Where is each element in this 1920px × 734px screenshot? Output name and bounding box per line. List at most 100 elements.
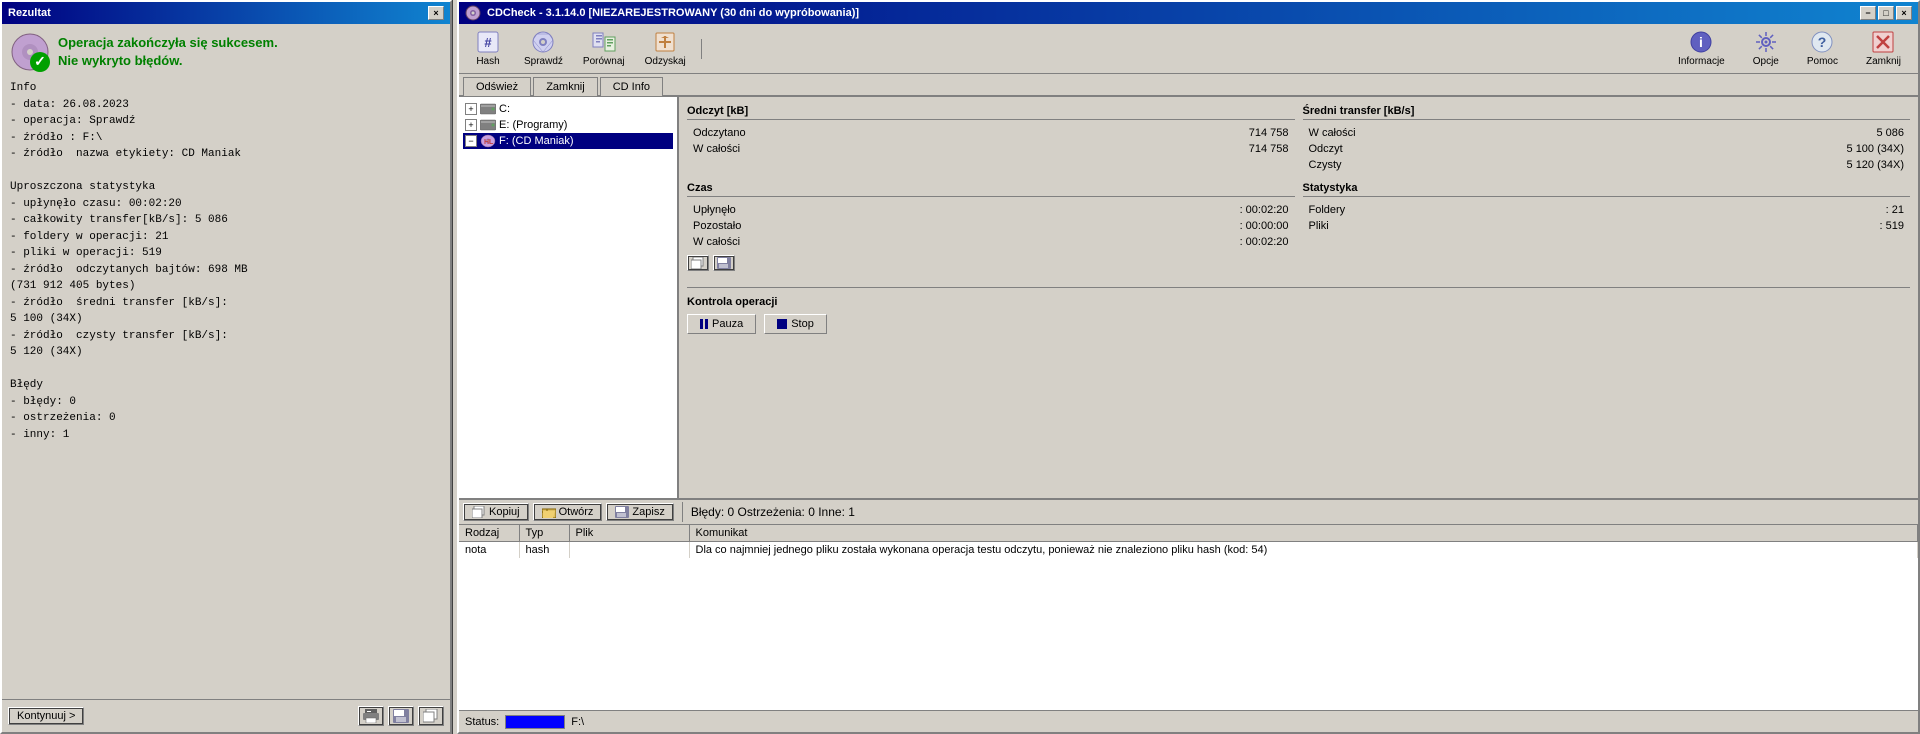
zamknij-label: Zamknij — [1866, 56, 1901, 67]
pomoc-button[interactable]: ? Pomoc — [1794, 26, 1851, 71]
cell-komunikat: Dla co najmniej jednego pliku została wy… — [689, 542, 1918, 559]
pozostalo-label: Pozostało — [689, 219, 988, 233]
cell-rodzaj: nota — [459, 542, 519, 559]
pliki-label: Pliki — [1305, 219, 1653, 233]
odczytano-value: 714 758 — [1027, 126, 1292, 140]
pomoc-icon: ? — [1810, 30, 1834, 54]
zamknij-button[interactable]: Zamknij — [1853, 26, 1914, 71]
tree-expand-f[interactable]: − — [465, 135, 477, 147]
otworz-button[interactable]: Otwórz — [533, 503, 603, 521]
foldery-row: Foldery : 21 — [1305, 203, 1909, 217]
odzyskaj-label: Odzyskaj — [645, 56, 686, 67]
bottom-toolbar: Kopiuj Otwórz Zapisz — [459, 500, 1918, 525]
pause-bar-1 — [700, 319, 703, 329]
success-text-block: Operacja zakończyła się sukcesem. Nie wy… — [58, 34, 278, 70]
informacje-button[interactable]: i Informacje — [1665, 26, 1738, 71]
transfer-w-calosci-value: 5 086 — [1581, 126, 1908, 140]
status-progress-bar — [505, 715, 565, 729]
uplyneło-row: Upłynęło : 00:02:20 — [689, 203, 1293, 217]
svg-text:?: ? — [1818, 34, 1827, 50]
log-table-area: Rodzaj Typ Plik Komunikat nota hash Dla … — [459, 525, 1918, 710]
bottom-area: Kopiuj Otwórz Zapisz — [459, 498, 1918, 732]
pliki-value: : 519 — [1655, 219, 1908, 233]
transfer-w-calosci-label: W całości — [1305, 126, 1580, 140]
tree-item-c[interactable]: + C: — [463, 101, 673, 117]
col-komunikat: Komunikat — [689, 525, 1918, 542]
print-icon — [363, 709, 379, 723]
save-icon — [393, 709, 409, 723]
continue-button[interactable]: Kontynuuj > — [8, 707, 84, 725]
log-table-header: Rodzaj Typ Plik Komunikat — [459, 525, 1918, 542]
sprawdz-label: Sprawdź — [524, 56, 563, 67]
odzyskaj-button[interactable]: Odzyskaj — [636, 26, 695, 71]
pozostalo-value: : 00:00:00 — [990, 219, 1292, 233]
cdcheck-close-btn[interactable]: × — [1896, 6, 1912, 20]
porownaj-label: Porównaj — [583, 56, 625, 67]
rezultat-footer: Kontynuuj > — [2, 699, 450, 732]
cd-icon-f: HL — [480, 134, 496, 148]
tab-zamknij[interactable]: Zamknij — [533, 77, 598, 96]
statystyka-title: Statystyka — [1303, 182, 1911, 197]
tree-item-f[interactable]: − HL F: (CD Maniak) — [463, 133, 673, 149]
hdd-icon-e — [480, 118, 496, 132]
info-grid: Odczyt [kB] Odczytano 714 758 W całości … — [687, 105, 1910, 271]
opcje-icon — [1754, 30, 1778, 54]
tree-expand-e[interactable]: + — [465, 119, 477, 131]
hash-button[interactable]: # Hash — [463, 26, 513, 71]
czas-w-calosci-row: W całości : 00:02:20 — [689, 235, 1293, 249]
stop-icon — [777, 319, 787, 329]
tree-label-f: F: (CD Maniak) — [499, 135, 574, 147]
opcje-button[interactable]: Opcje — [1740, 26, 1792, 71]
pliki-row: Pliki : 519 — [1305, 219, 1909, 233]
rezultat-title-text: Rezultat — [8, 7, 51, 19]
tree-item-e[interactable]: + E: (Programy) — [463, 117, 673, 133]
w-calosci-odczyt-label: W całości — [689, 142, 1025, 156]
pauza-icon — [700, 319, 708, 329]
odczytano-row: Odczytano 714 758 — [689, 126, 1293, 140]
title-left: CDCheck - 3.1.14.0 [NIEZAREJESTROWANY (3… — [465, 5, 859, 21]
toolbar-separator — [701, 39, 702, 59]
zamknij-icon — [1871, 30, 1895, 54]
transfer-odczyt-value: 5 100 (34X) — [1581, 142, 1908, 156]
status-path: F:\ — [571, 716, 584, 728]
statystyka-section: Statystyka Foldery : 21 Pliki : 519 — [1303, 182, 1911, 271]
cdcheck-min-btn[interactable]: − — [1860, 6, 1876, 20]
tab-cd-info[interactable]: CD Info — [600, 77, 663, 96]
errors-summary: Błędy: 0 Ostrzeżenia: 0 Inne: 1 — [691, 505, 855, 519]
cell-plik — [569, 542, 689, 559]
main-content-area: + C: + E: (Programy) — [459, 97, 1918, 498]
svg-text:✓: ✓ — [34, 53, 46, 69]
statystyka-table: Foldery : 21 Pliki : 519 — [1303, 201, 1911, 235]
zapisz-bottom-button[interactable]: Zapisz — [606, 503, 673, 521]
info-panel: Odczyt [kB] Odczytano 714 758 W całości … — [679, 97, 1918, 498]
transfer-section: Średni transfer [kB/s] W całości 5 086 O… — [1303, 105, 1911, 174]
kopiuj-button[interactable]: Kopiuj — [463, 503, 529, 521]
porownaj-button[interactable]: Porównaj — [574, 26, 634, 71]
save-footer-button[interactable] — [388, 706, 414, 726]
log-header-row: Rodzaj Typ Plik Komunikat — [459, 525, 1918, 542]
uplyneło-value: : 00:02:20 — [990, 203, 1292, 217]
cdcheck-window: CDCheck - 3.1.14.0 [NIEZAREJESTROWANY (3… — [457, 0, 1920, 734]
czas-save-btn[interactable] — [713, 255, 735, 271]
svg-text:i: i — [1699, 34, 1703, 50]
pauza-button[interactable]: Pauza — [687, 314, 756, 334]
svg-text:HL: HL — [484, 139, 494, 146]
sprawdz-button[interactable]: Sprawdź — [515, 26, 572, 71]
file-tree: + C: + E: (Programy) — [459, 97, 679, 498]
tab-odswiez[interactable]: Odśwież — [463, 77, 531, 96]
title-bar-buttons: − □ × — [1860, 6, 1912, 20]
opcje-label: Opcje — [1753, 56, 1779, 67]
hash-label: Hash — [476, 56, 499, 67]
odzyskaj-icon — [653, 30, 677, 54]
tree-expand-c[interactable]: + — [465, 103, 477, 115]
stop-button[interactable]: Stop — [764, 314, 827, 334]
czas-copy-btn[interactable] — [687, 255, 709, 271]
rezultat-close-btn[interactable]: × — [428, 6, 444, 20]
cdcheck-title-bar: CDCheck - 3.1.14.0 [NIEZAREJESTROWANY (3… — [459, 2, 1918, 24]
print-button[interactable] — [358, 706, 384, 726]
foldery-value: : 21 — [1655, 203, 1908, 217]
kontrola-title: Kontrola operacji — [687, 296, 1910, 308]
czas-w-calosci-value: : 00:02:20 — [990, 235, 1292, 249]
copy-footer-button[interactable] — [418, 706, 444, 726]
cdcheck-max-btn[interactable]: □ — [1878, 6, 1894, 20]
